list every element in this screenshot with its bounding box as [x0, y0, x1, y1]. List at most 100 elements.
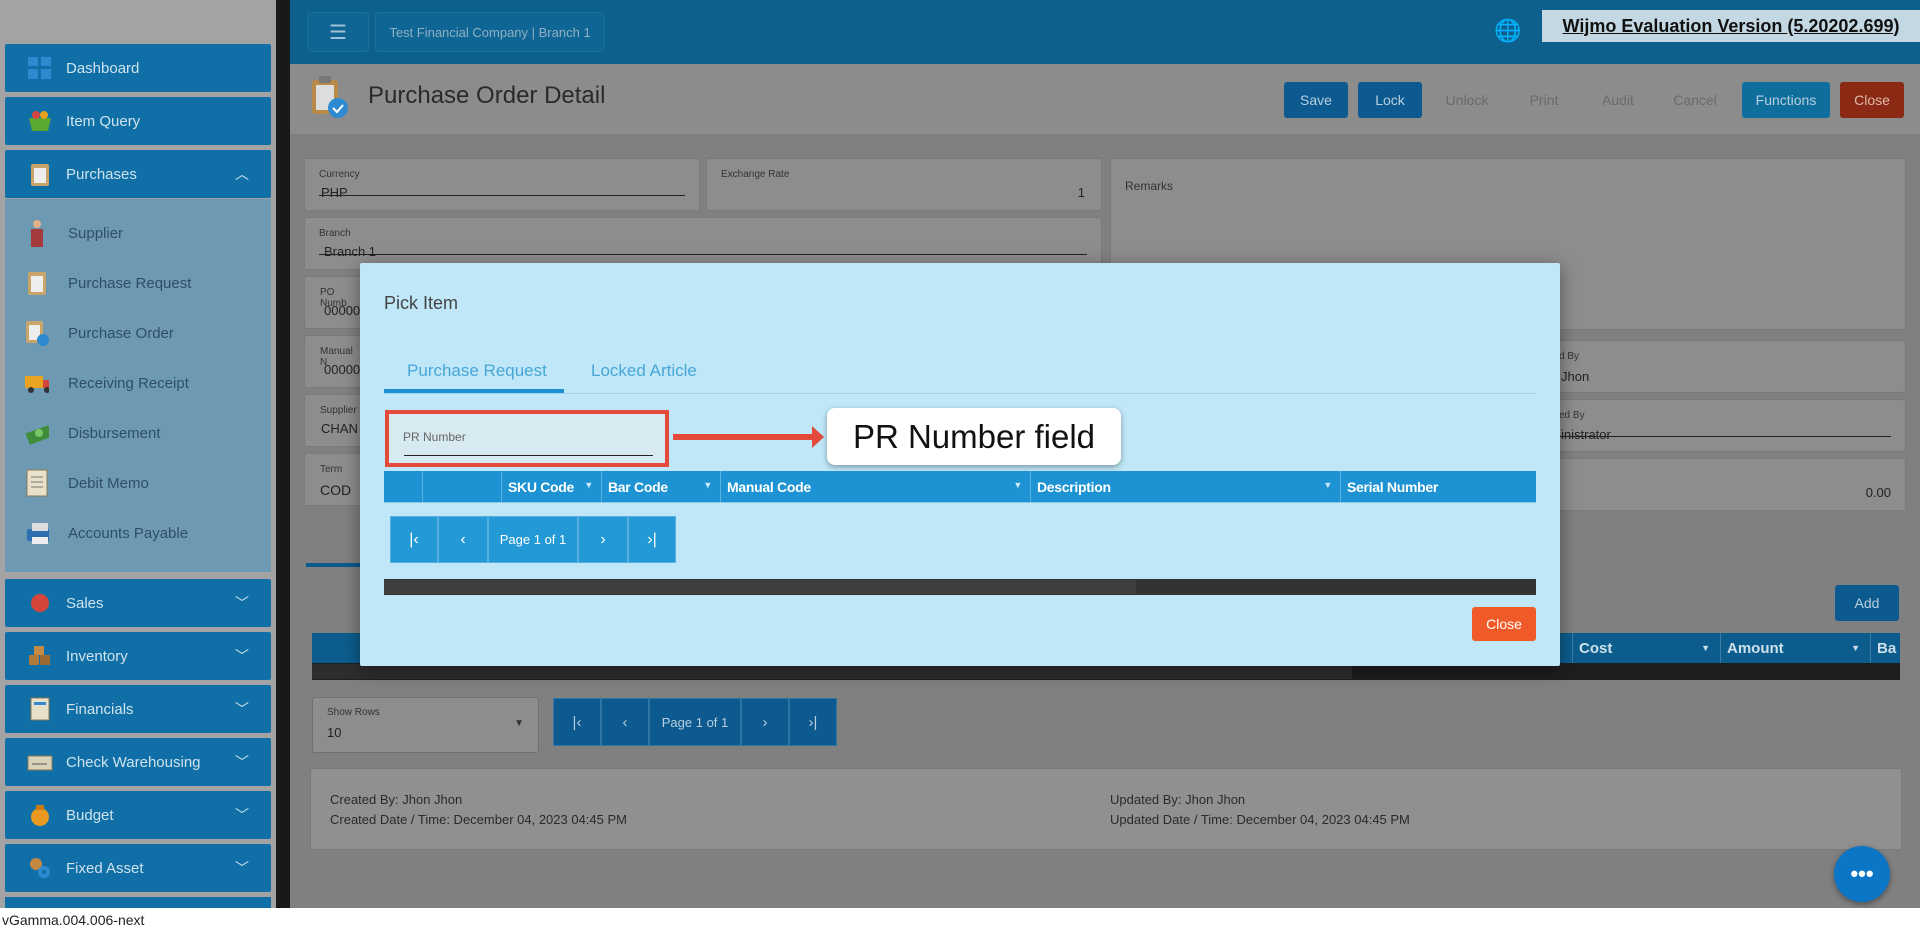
tab-locked-article[interactable]: Locked Article [591, 361, 697, 381]
dialog-grid-scroll-thumb[interactable] [384, 580, 1136, 594]
chevron-down-icon: ﹀ [235, 807, 249, 823]
chevron-down-icon: ﹀ [235, 701, 249, 717]
globe-icon[interactable]: 🌐 [1494, 18, 1521, 44]
sidebar-divider [276, 0, 290, 908]
print-button[interactable]: Print [1512, 82, 1576, 118]
created-by-text: Created By: Jhon Jhon [330, 792, 463, 807]
dialog-title: Pick Item [384, 293, 459, 313]
sales-icon [27, 590, 53, 616]
callout-arrow [673, 434, 813, 440]
filter-icon[interactable]: ▼ [584, 480, 593, 490]
tabs-rule [384, 393, 1536, 394]
updated-date-text: Updated Date / Time: December 04, 2023 0… [1110, 812, 1410, 827]
sidebar-item-budget[interactable]: Budget ﹀ [5, 791, 271, 839]
sidebar-item-purchases[interactable]: Purchases ︿ [5, 150, 271, 198]
more-icon: ••• [1850, 861, 1874, 886]
sidebar-item-label: Purchases [66, 165, 137, 183]
column-manual-code[interactable]: Manual Code ▼ [721, 471, 1031, 502]
po-number-field[interactable]: PO Numb 00000 [304, 276, 362, 329]
submenu-item-purchase-order[interactable]: Purchase Order [25, 313, 174, 353]
dialog-close-button[interactable]: Close [1472, 607, 1536, 641]
detail-grid-scroll-thumb[interactable] [312, 664, 1352, 679]
prev-page-button[interactable]: ‹ [601, 698, 649, 746]
audit-info-panel [310, 768, 1902, 850]
tab-indicator [306, 563, 366, 567]
chevron-down-icon: ﹀ [235, 595, 249, 611]
cancel-button[interactable]: Cancel [1660, 82, 1730, 118]
column-select[interactable] [384, 471, 423, 502]
dialog-prev-page-button[interactable]: ‹ [438, 516, 488, 563]
manual-number-field[interactable]: Manual N 00000 [304, 335, 362, 388]
clipboard-icon [27, 161, 53, 187]
column-sku-code[interactable]: SKU Code ▼ [502, 471, 602, 502]
column-amount[interactable]: Amount ▼ [1720, 633, 1870, 663]
column-serial-number[interactable]: Serial Number [1341, 471, 1536, 502]
submenu-item-debit-memo[interactable]: Debit Memo [25, 463, 149, 503]
submenu-item-disbursement[interactable]: Disbursement [25, 413, 161, 453]
lock-button[interactable]: Lock [1358, 82, 1422, 118]
order-icon [25, 319, 49, 347]
purchase-order-icon [310, 76, 350, 120]
dialog-first-page-button[interactable]: |‹ [390, 516, 438, 563]
wijmo-watermark[interactable]: Wijmo Evaluation Version (5.20202.699) [1542, 10, 1920, 42]
functions-button[interactable]: Functions [1742, 82, 1830, 118]
printer-icon [25, 519, 49, 547]
sidebar-item-sales[interactable]: Sales ﹀ [5, 579, 271, 627]
term-field[interactable]: Term COD [304, 453, 362, 506]
last-page-button[interactable]: ›| [789, 698, 837, 746]
close-button[interactable]: Close [1840, 82, 1904, 118]
submenu-item-supplier[interactable]: Supplier [25, 213, 123, 253]
sidebar-item-financials[interactable]: Financials ﹀ [5, 685, 271, 733]
annotation-callout: PR Number field [827, 408, 1121, 465]
filter-icon[interactable]: ▼ [1851, 643, 1860, 653]
sidebar-item-check-warehousing[interactable]: Check Warehousing ﹀ [5, 738, 271, 786]
save-button[interactable]: Save [1284, 82, 1348, 118]
total-amount-field[interactable]: 0.00 [1558, 458, 1906, 511]
tab-purchase-request[interactable]: Purchase Request [407, 361, 547, 381]
column-blank[interactable] [423, 471, 502, 502]
money-icon [25, 419, 49, 447]
supplier-field[interactable]: Supplier CHAN [304, 394, 362, 447]
truck-icon [25, 369, 49, 397]
filter-icon[interactable]: ▼ [1323, 480, 1332, 490]
add-button[interactable]: Add [1835, 585, 1899, 621]
first-page-button[interactable]: |‹ [553, 698, 601, 746]
boxes-icon [27, 643, 53, 669]
sidebar-item-dashboard[interactable]: Dashboard [5, 44, 271, 92]
pick-item-grid-header: SKU Code ▼ Bar Code ▼ Manual Code ▼ Descrip… [384, 471, 1536, 502]
submenu-item-accounts-payable[interactable]: Accounts Payable [25, 513, 188, 553]
filter-icon[interactable]: ▼ [1013, 480, 1022, 490]
dialog-page-indicator: Page 1 of 1 [488, 516, 578, 563]
exchange-rate-field[interactable]: Exchange Rate 1 [706, 158, 1102, 211]
column-cost[interactable]: Cost ▼ [1572, 633, 1720, 663]
basket-icon [27, 108, 53, 134]
column-description[interactable]: Description ▼ [1031, 471, 1341, 502]
submenu-item-receiving-receipt[interactable]: Receiving Receipt [25, 363, 189, 403]
company-selector[interactable]: Test Financial Company | Branch 1 [375, 12, 605, 52]
dialog-next-page-button[interactable]: › [578, 516, 628, 563]
chat-fab-button[interactable]: ••• [1834, 846, 1890, 902]
chevron-up-icon: ︿ [235, 166, 249, 182]
audit-button[interactable]: Audit [1586, 82, 1650, 118]
column-bar-code[interactable]: Bar Code ▼ [602, 471, 721, 502]
show-rows-select[interactable]: Show Rows 10 ▼ [312, 697, 539, 753]
hamburger-menu-button[interactable]: ☰ [307, 12, 369, 52]
clipboard-icon [25, 269, 49, 297]
sidebar-item-item-query[interactable]: Item Query [5, 97, 271, 145]
next-page-button[interactable]: › [741, 698, 789, 746]
sidebar-item-label: Item Query [66, 112, 141, 130]
approved-by-field[interactable]: ed By inistrator [1558, 399, 1906, 452]
ledger-icon [27, 696, 53, 722]
column-ba[interactable]: Ba [1870, 633, 1900, 663]
created-by-field[interactable]: d By Jhon [1558, 340, 1906, 393]
dialog-last-page-button[interactable]: ›| [628, 516, 676, 563]
sidebar-item-fixed-asset[interactable]: Fixed Asset ﹀ [5, 844, 271, 892]
submenu-item-purchase-request[interactable]: Purchase Request [25, 263, 191, 303]
sidebar-item-inventory[interactable]: Inventory ﹀ [5, 632, 271, 680]
filter-icon[interactable]: ▼ [1701, 643, 1710, 653]
currency-field[interactable]: Currency PHP [304, 158, 700, 211]
chevron-down-icon: ﹀ [235, 860, 249, 876]
gear-icon [27, 855, 53, 881]
filter-icon[interactable]: ▼ [703, 480, 712, 490]
unlock-button[interactable]: Unlock [1432, 82, 1502, 118]
